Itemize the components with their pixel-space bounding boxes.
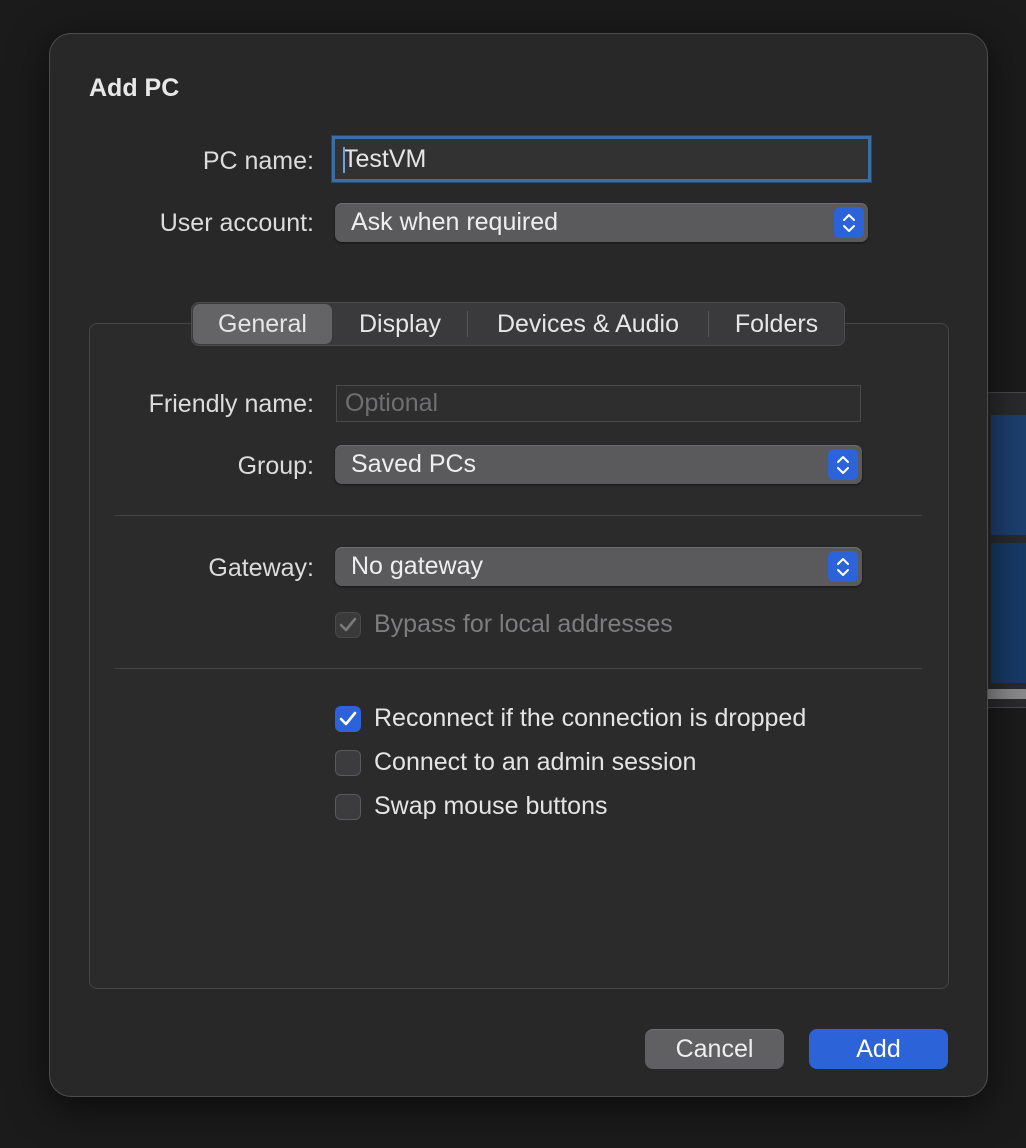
gateway-popup[interactable]: No gateway <box>335 547 862 586</box>
tab-content-panel <box>89 323 949 989</box>
swap-mouse-checkbox[interactable] <box>335 793 361 820</box>
pc-name-value: TestVM <box>343 144 427 173</box>
pc-name-field[interactable]: TestVM <box>332 136 871 182</box>
user-account-label: User account: <box>159 209 314 237</box>
group-label: Group: <box>237 452 314 480</box>
friendly-name-field[interactable]: Optional <box>336 385 861 422</box>
user-account-value: Ask when required <box>351 208 559 236</box>
bypass-local-checkbox[interactable] <box>335 611 361 638</box>
tab-folders[interactable]: Folders <box>709 303 844 345</box>
swap-mouse-label: Swap mouse buttons <box>374 792 608 820</box>
reconnect-checkbox[interactable] <box>335 705 361 732</box>
tab-devices-audio[interactable]: Devices & Audio <box>468 303 708 345</box>
chevron-updown-icon <box>828 449 858 480</box>
dialog-title: Add PC <box>89 74 180 102</box>
tab-general[interactable]: General <box>193 304 332 344</box>
reconnect-checkbox-row: Reconnect if the connection is dropped <box>335 704 806 733</box>
tab-label: Folders <box>734 309 819 338</box>
reconnect-label: Reconnect if the connection is dropped <box>374 704 807 732</box>
user-account-popup[interactable]: Ask when required <box>335 203 868 242</box>
swap-mouse-checkbox-row: Swap mouse buttons <box>335 792 607 821</box>
text-caret <box>343 147 345 173</box>
friendly-name-placeholder: Optional <box>345 389 439 417</box>
add-button[interactable]: Add <box>809 1029 948 1069</box>
group-popup[interactable]: Saved PCs <box>335 445 862 484</box>
gateway-label: Gateway: <box>208 554 314 582</box>
cancel-button[interactable]: Cancel <box>645 1029 784 1069</box>
section-divider <box>115 515 922 516</box>
admin-session-label: Connect to an admin session <box>374 748 697 776</box>
pc-name-label: PC name: <box>202 147 314 175</box>
bypass-local-checkbox-row: Bypass for local addresses <box>335 610 673 639</box>
bypass-local-label: Bypass for local addresses <box>374 610 673 638</box>
section-divider <box>115 668 922 669</box>
friendly-name-label: Friendly name: <box>148 390 314 418</box>
tab-label: Display <box>359 309 441 338</box>
add-pc-dialog: Add PC PC name: TestVM User account: Ask… <box>49 33 988 1097</box>
background-window <box>984 392 1026 708</box>
checkmark-icon <box>339 711 357 725</box>
chevron-updown-icon <box>828 551 858 582</box>
background-window-pane <box>991 543 1026 683</box>
tab-display[interactable]: Display <box>333 303 467 345</box>
gateway-value: No gateway <box>351 552 484 580</box>
chevron-updown-icon <box>834 207 864 238</box>
tab-label: Devices & Audio <box>496 309 680 338</box>
background-window-bar <box>985 689 1026 699</box>
tab-label: General <box>218 309 307 338</box>
group-value: Saved PCs <box>351 450 477 478</box>
checkmark-icon <box>339 617 357 631</box>
background-window-pane <box>991 415 1026 535</box>
admin-session-checkbox-row: Connect to an admin session <box>335 748 696 777</box>
tab-bar: General Display Devices & Audio Folders <box>191 302 845 346</box>
admin-session-checkbox[interactable] <box>335 749 361 776</box>
